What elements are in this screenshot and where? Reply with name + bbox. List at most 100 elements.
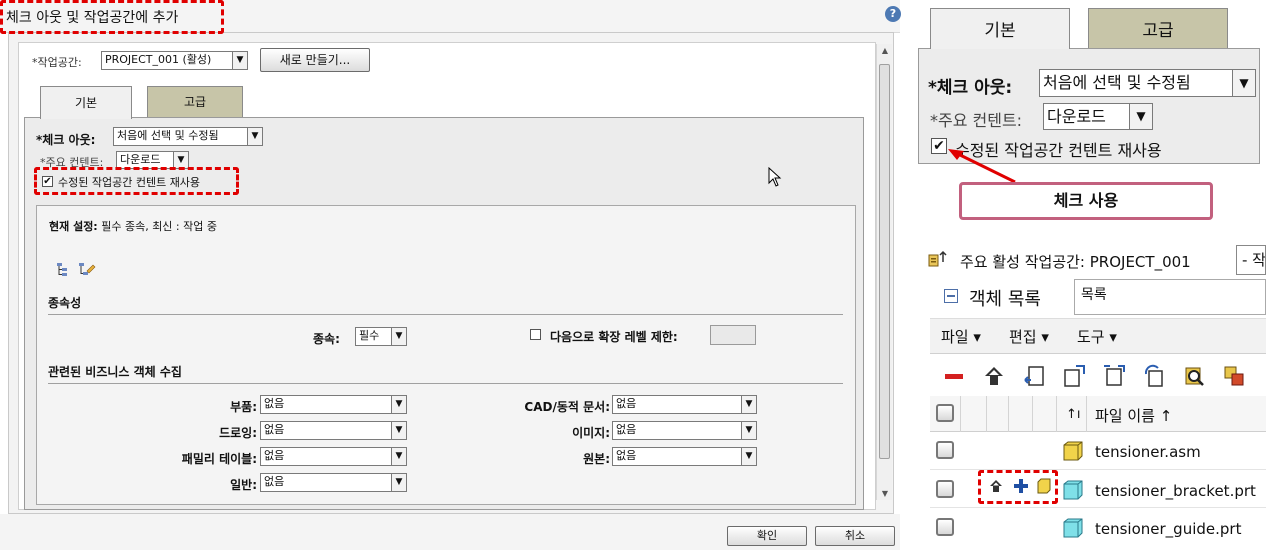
- chevron-down-icon: ▼: [1129, 104, 1152, 129]
- original-label: 원본:: [583, 452, 610, 466]
- status-icons-highlight: [978, 470, 1058, 504]
- object-list-input[interactable]: 목록: [1074, 279, 1266, 315]
- row-checkbox[interactable]: [936, 480, 954, 498]
- zoom-checkout-select[interactable]: 처음에 선택 및 수정됨 ▼: [1039, 69, 1256, 97]
- chevron-down-icon: ▼: [232, 52, 247, 69]
- file-name[interactable]: tensioner.asm: [1095, 443, 1201, 461]
- primary-content-select-value: 다운로드: [120, 153, 161, 166]
- cad-document-label: CAD/동적 문서:: [524, 400, 610, 414]
- scroll-up-icon[interactable]: ▲: [877, 46, 893, 55]
- workspace-action-icon[interactable]: [1222, 364, 1246, 388]
- active-workspace-label: 주요 활성 작업공간: PROJECT_001: [960, 253, 1191, 271]
- synchronize-icon[interactable]: [1142, 364, 1166, 388]
- header-col-divider: [1008, 396, 1009, 432]
- drawing-select[interactable]: 없음 ▼: [260, 421, 407, 440]
- callout-box: 체크 사용: [959, 182, 1213, 220]
- row-checkbox[interactable]: [936, 518, 954, 536]
- dependency-select[interactable]: 필수 ▼: [355, 327, 407, 346]
- sort-order-icon[interactable]: ↑ı: [1066, 407, 1081, 422]
- image-select-value: 없음: [616, 423, 637, 436]
- chevron-down-icon: ▼: [741, 422, 756, 439]
- zoom-tab-advanced[interactable]: 고급: [1088, 8, 1228, 48]
- tab-basic[interactable]: 기본: [40, 86, 132, 119]
- title-highlight: [0, 0, 224, 34]
- zoom-primary-content-label: *주요 컨텐트:: [930, 111, 1023, 130]
- zoom-checkout-select-value: 처음에 선택 및 수정됨: [1043, 73, 1191, 92]
- header-col-divider: [960, 396, 961, 432]
- general-select[interactable]: 없음 ▼: [260, 473, 407, 492]
- drawing-label: 드로잉:: [219, 426, 257, 440]
- general-select-value: 없음: [264, 475, 285, 488]
- family-table-select-value: 없음: [264, 449, 285, 462]
- cancel-button[interactable]: 취소: [815, 526, 895, 546]
- reuse-highlight: [34, 167, 239, 195]
- menu-edit[interactable]: 편집 ▾: [1009, 326, 1049, 347]
- chevron-down-icon: ▼: [391, 396, 406, 413]
- header-col-divider: [1086, 396, 1087, 432]
- scroll-down-icon[interactable]: ▼: [877, 489, 893, 498]
- callout-text: 체크 사용: [1053, 191, 1119, 210]
- part-icon: [1062, 479, 1084, 501]
- workspace-label: *작업공간:: [32, 56, 82, 69]
- checkout-icon[interactable]: [982, 364, 1006, 388]
- menu-file[interactable]: 파일 ▾: [941, 326, 981, 347]
- family-table-select[interactable]: 없음 ▼: [260, 447, 407, 466]
- active-workspace-icon: [928, 249, 950, 271]
- image-select[interactable]: 없음 ▼: [612, 421, 757, 440]
- current-settings: 현재 설정: 필수 종속, 최신 : 작업 중: [49, 218, 217, 234]
- tab-advanced[interactable]: 고급: [147, 86, 243, 117]
- chevron-down-icon: ▼: [1232, 70, 1255, 96]
- limit-level-input[interactable]: [710, 325, 756, 345]
- cad-document-select-value: 없음: [616, 397, 637, 410]
- workspace-select-value: PROJECT_001 (활성): [105, 53, 212, 66]
- scroll-thumb[interactable]: [879, 64, 890, 459]
- object-list-label: 객체 목록: [969, 289, 1041, 310]
- parts-select[interactable]: 없음 ▼: [260, 395, 407, 414]
- image-label: 이미지:: [572, 426, 610, 440]
- original-select[interactable]: 없음 ▼: [612, 447, 757, 466]
- remove-icon[interactable]: [942, 364, 966, 388]
- limit-level-checkbox[interactable]: [530, 329, 541, 340]
- chevron-down-icon: ▼: [391, 422, 406, 439]
- checkout-label: *체크 아웃:: [36, 133, 96, 147]
- toolbar: [930, 354, 1266, 396]
- family-table-label: 패밀리 테이블:: [181, 452, 257, 466]
- checkout-select-value: 처음에 선택 및 수정됨: [117, 129, 219, 142]
- collapse-icon[interactable]: [944, 289, 958, 303]
- general-label: 일반:: [230, 478, 257, 492]
- zoom-tab-basic[interactable]: 기본: [930, 8, 1070, 49]
- object-list-input-value: 목록: [1081, 287, 1107, 303]
- undo-checkout-icon[interactable]: [1022, 364, 1046, 388]
- checkin-icon[interactable]: [1062, 364, 1086, 388]
- current-settings-value: 필수 종속, 최신 : 작업 중: [101, 220, 217, 233]
- header-col-divider: [1056, 396, 1057, 432]
- header-col-divider: [986, 396, 987, 432]
- dependency-divider: [48, 314, 843, 315]
- zoom-primary-content-select[interactable]: 다운로드 ▼: [1043, 103, 1153, 130]
- ok-button[interactable]: 확인: [727, 526, 807, 546]
- structure-icon[interactable]: [56, 262, 69, 277]
- new-workspace-button[interactable]: 새로 만들기...: [260, 48, 370, 72]
- mouse-cursor: [768, 166, 782, 187]
- update-icon[interactable]: [1102, 364, 1126, 388]
- column-header-filename[interactable]: 파일 이름 ↑: [1095, 405, 1172, 426]
- cad-document-select[interactable]: 없음 ▼: [612, 395, 757, 414]
- current-settings-label: 현재 설정:: [49, 220, 98, 233]
- help-icon[interactable]: ?: [885, 6, 901, 22]
- dependency-section-title: 종속성: [48, 296, 82, 310]
- parts-select-value: 없음: [264, 397, 285, 410]
- chevron-down-icon: ▼: [173, 152, 188, 168]
- select-all-checkbox[interactable]: [936, 404, 954, 422]
- file-name[interactable]: tensioner_bracket.prt: [1095, 482, 1256, 500]
- active-workspace-select[interactable]: - 작: [1236, 245, 1266, 275]
- search-part-icon[interactable]: [1182, 364, 1206, 388]
- vertical-scrollbar[interactable]: ▲ ▼: [876, 44, 892, 500]
- menu-tools[interactable]: 도구 ▾: [1077, 326, 1117, 347]
- row-checkbox[interactable]: [936, 441, 954, 459]
- chevron-down-icon: ▼: [391, 328, 406, 345]
- edit-structure-icon[interactable]: [78, 262, 96, 278]
- original-select-value: 없음: [616, 449, 637, 462]
- workspace-select[interactable]: PROJECT_001 (활성) ▼: [101, 51, 248, 70]
- file-name[interactable]: tensioner_guide.prt: [1095, 520, 1241, 538]
- checkout-select[interactable]: 처음에 선택 및 수정됨 ▼: [113, 127, 263, 146]
